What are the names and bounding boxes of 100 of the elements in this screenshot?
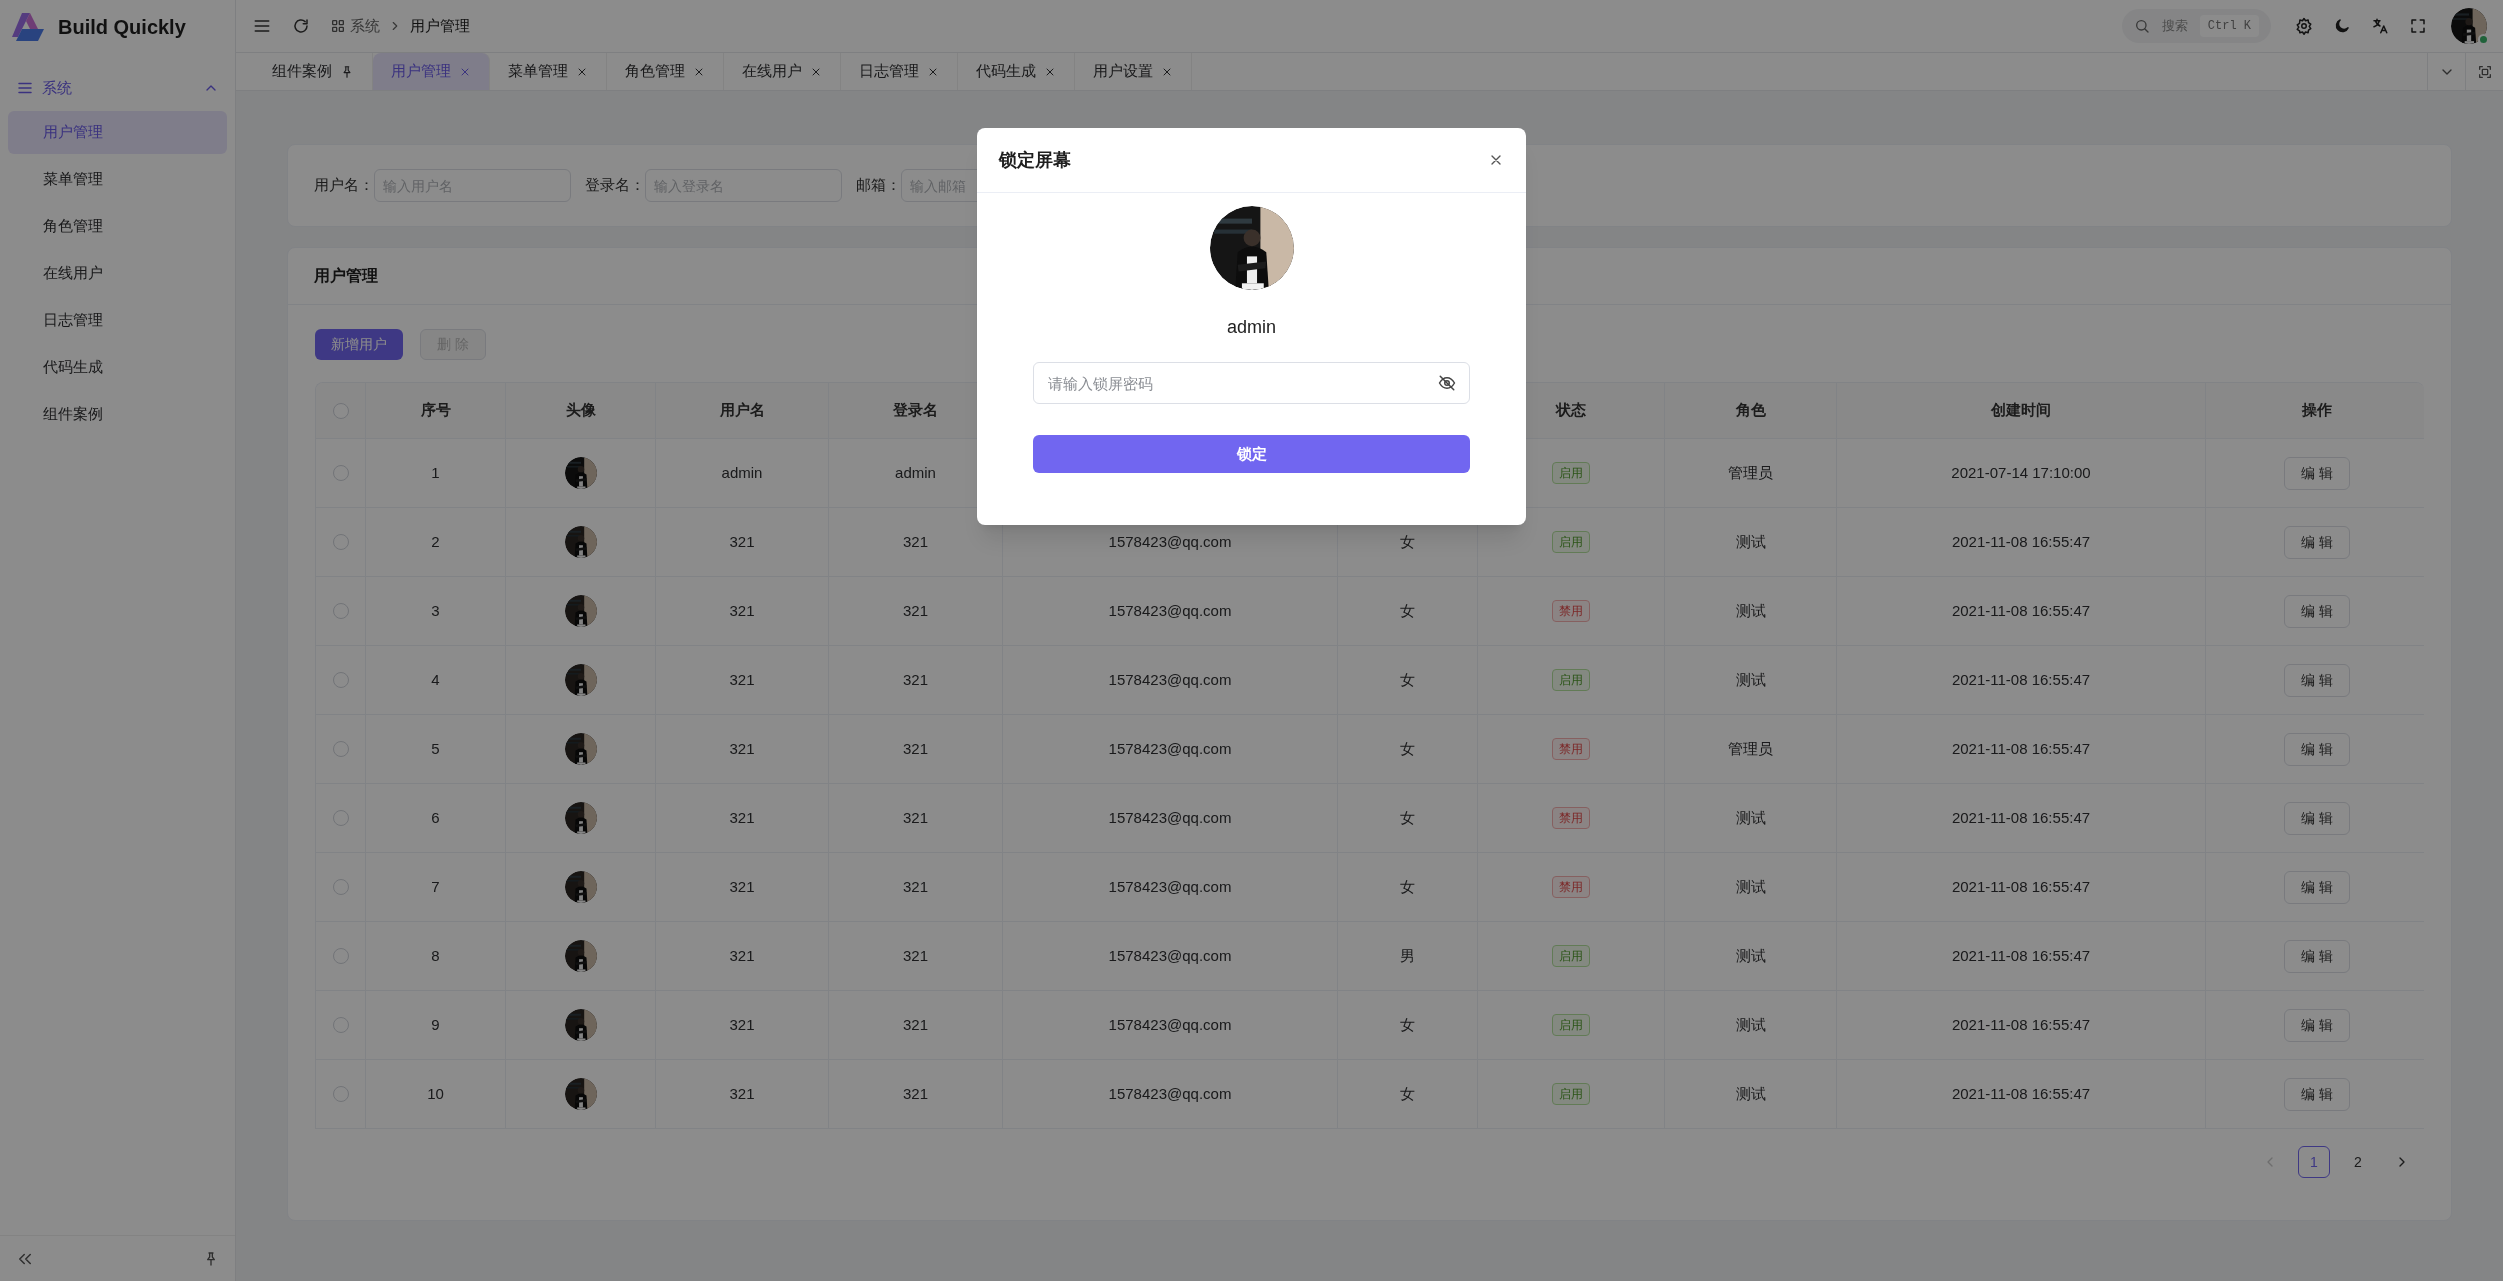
tab[interactable]: 角色管理: [607, 53, 724, 90]
column-header: 用户名: [719, 400, 765, 421]
edit-button[interactable]: 编 辑: [2284, 1008, 2350, 1042]
page-button[interactable]: 2: [2342, 1146, 2374, 1178]
edit-button[interactable]: 编 辑: [2284, 732, 2350, 766]
table-cell-text: 321: [729, 531, 755, 552]
tab[interactable]: 代码生成: [958, 53, 1075, 90]
table-cell-text: 1578423@qq.com: [1108, 1083, 1232, 1104]
table-cell-text: 测试: [1735, 1083, 1766, 1104]
focus-icon[interactable]: [2476, 63, 2493, 80]
table-cell-text: 2021-11-08 16:55:47: [1951, 600, 2091, 621]
table-cell-text: 321: [729, 1014, 755, 1035]
menu-group[interactable]: 系统: [0, 65, 235, 111]
checkbox[interactable]: [332, 1086, 349, 1102]
checkbox[interactable]: [332, 603, 349, 619]
checkbox[interactable]: [332, 465, 349, 481]
checkbox[interactable]: [332, 741, 349, 757]
sidebar-item[interactable]: 在线用户: [8, 252, 227, 295]
sidebar-item[interactable]: 组件案例: [8, 393, 227, 436]
checkbox[interactable]: [332, 1017, 349, 1033]
refresh-icon[interactable]: [292, 17, 310, 35]
sidebar-item[interactable]: 角色管理: [8, 205, 227, 248]
sidebar-item[interactable]: 菜单管理: [8, 158, 227, 201]
table-cell-text: 2021-07-14 17:10:00: [1951, 462, 2091, 483]
edit-button[interactable]: 编 辑: [2284, 870, 2350, 904]
table-cell-text: 管理员: [1728, 462, 1773, 483]
checkbox[interactable]: [332, 534, 349, 550]
checkbox[interactable]: [332, 879, 349, 895]
translate-icon[interactable]: [2371, 17, 2389, 35]
lock-button[interactable]: 锁定: [1033, 435, 1470, 473]
tab[interactable]: 在线用户: [724, 53, 841, 90]
edit-button[interactable]: 编 辑: [2284, 663, 2350, 697]
table-cell-text: 2021-11-08 16:55:47: [1951, 669, 2091, 690]
table-cell-text: 测试: [1735, 531, 1766, 552]
grid-icon: [330, 18, 346, 34]
table-cell-text: 321: [729, 807, 755, 828]
status-tag: 启用: [1552, 1083, 1590, 1105]
table-cell-text: 女: [1400, 600, 1415, 621]
tab[interactable]: 菜单管理: [490, 53, 607, 90]
column-header: 登录名: [893, 400, 938, 421]
sidebar-item[interactable]: 代码生成: [8, 346, 227, 389]
table-cell-text: 10: [427, 1083, 444, 1104]
table-cell-text: 1578423@qq.com: [1108, 738, 1232, 759]
search-button[interactable]: 搜索 Ctrl K: [2121, 9, 2271, 43]
edit-button[interactable]: 编 辑: [2284, 594, 2350, 628]
edit-button[interactable]: 编 辑: [2284, 801, 2350, 835]
edit-button[interactable]: 编 辑: [2284, 939, 2350, 973]
table-cell-text: 测试: [1735, 945, 1766, 966]
edit-button[interactable]: 编 辑: [2284, 525, 2350, 559]
table-cell-text: 321: [729, 669, 755, 690]
settings-icon[interactable]: [2295, 17, 2313, 35]
edit-button[interactable]: 编 辑: [2284, 456, 2350, 490]
fullscreen-icon[interactable]: [2409, 17, 2427, 35]
table-cell-text: 6: [431, 807, 440, 828]
tab[interactable]: 日志管理: [841, 53, 958, 90]
table-cell-text: 321: [729, 945, 755, 966]
checkbox[interactable]: [332, 672, 349, 688]
table-cell-text: 4: [431, 669, 440, 690]
table-cell-text: 2021-11-08 16:55:47: [1951, 1083, 2091, 1104]
app-title: Build Quickly: [58, 14, 186, 40]
filter-label: 登录名：: [585, 175, 645, 196]
status-tag: 启用: [1552, 945, 1590, 967]
breadcrumb-item[interactable]: 系统: [350, 14, 380, 38]
table-cell-text: 9: [431, 1014, 440, 1035]
table-cell-text: 管理员: [1728, 738, 1773, 759]
add-user-button[interactable]: 新增用户: [315, 329, 403, 360]
checkbox[interactable]: [332, 402, 349, 419]
dialog-title: 锁定屏幕: [999, 148, 1071, 172]
table-cell-text: 测试: [1735, 600, 1766, 621]
column-header: 序号: [420, 400, 451, 421]
column-header: 头像: [565, 400, 596, 421]
tab[interactable]: 用户设置: [1075, 53, 1192, 90]
table-cell-text: 女: [1400, 807, 1415, 828]
tab[interactable]: 用户管理: [373, 53, 490, 90]
table-cell-text: 321: [903, 1014, 928, 1035]
table-cell-text: admin: [895, 462, 936, 483]
checkbox[interactable]: [332, 810, 349, 826]
table-cell-text: 8: [431, 945, 440, 966]
table-cell-text: 321: [903, 669, 928, 690]
table-cell-text: 测试: [1735, 876, 1766, 897]
search-icon: [2133, 18, 2150, 34]
table-cell-text: 1578423@qq.com: [1108, 945, 1232, 966]
table-cell-text: 321: [729, 738, 755, 759]
table-cell-text: 1578423@qq.com: [1108, 807, 1232, 828]
sidebar-item[interactable]: 日志管理: [8, 299, 227, 342]
table-cell-text: 1: [431, 462, 440, 483]
page-button[interactable]: 1: [2298, 1146, 2330, 1178]
table-cell-text: 女: [1400, 876, 1415, 897]
column-header: 操作: [2302, 400, 2332, 421]
table-cell-text: 女: [1400, 1014, 1415, 1035]
checkbox[interactable]: [332, 948, 349, 964]
sidebar-item[interactable]: 用户管理: [8, 111, 227, 154]
eye-off-icon[interactable]: [1438, 374, 1456, 392]
pin-icon[interactable]: [340, 64, 354, 79]
moon-icon[interactable]: [2333, 17, 2351, 35]
table-cell-text: 321: [903, 876, 928, 897]
password-field[interactable]: 请输入锁屏密码: [1033, 362, 1470, 404]
edit-button[interactable]: 编 辑: [2284, 1077, 2350, 1111]
table-cell-text: 7: [431, 876, 440, 897]
table-cell-text: 2: [431, 531, 440, 552]
